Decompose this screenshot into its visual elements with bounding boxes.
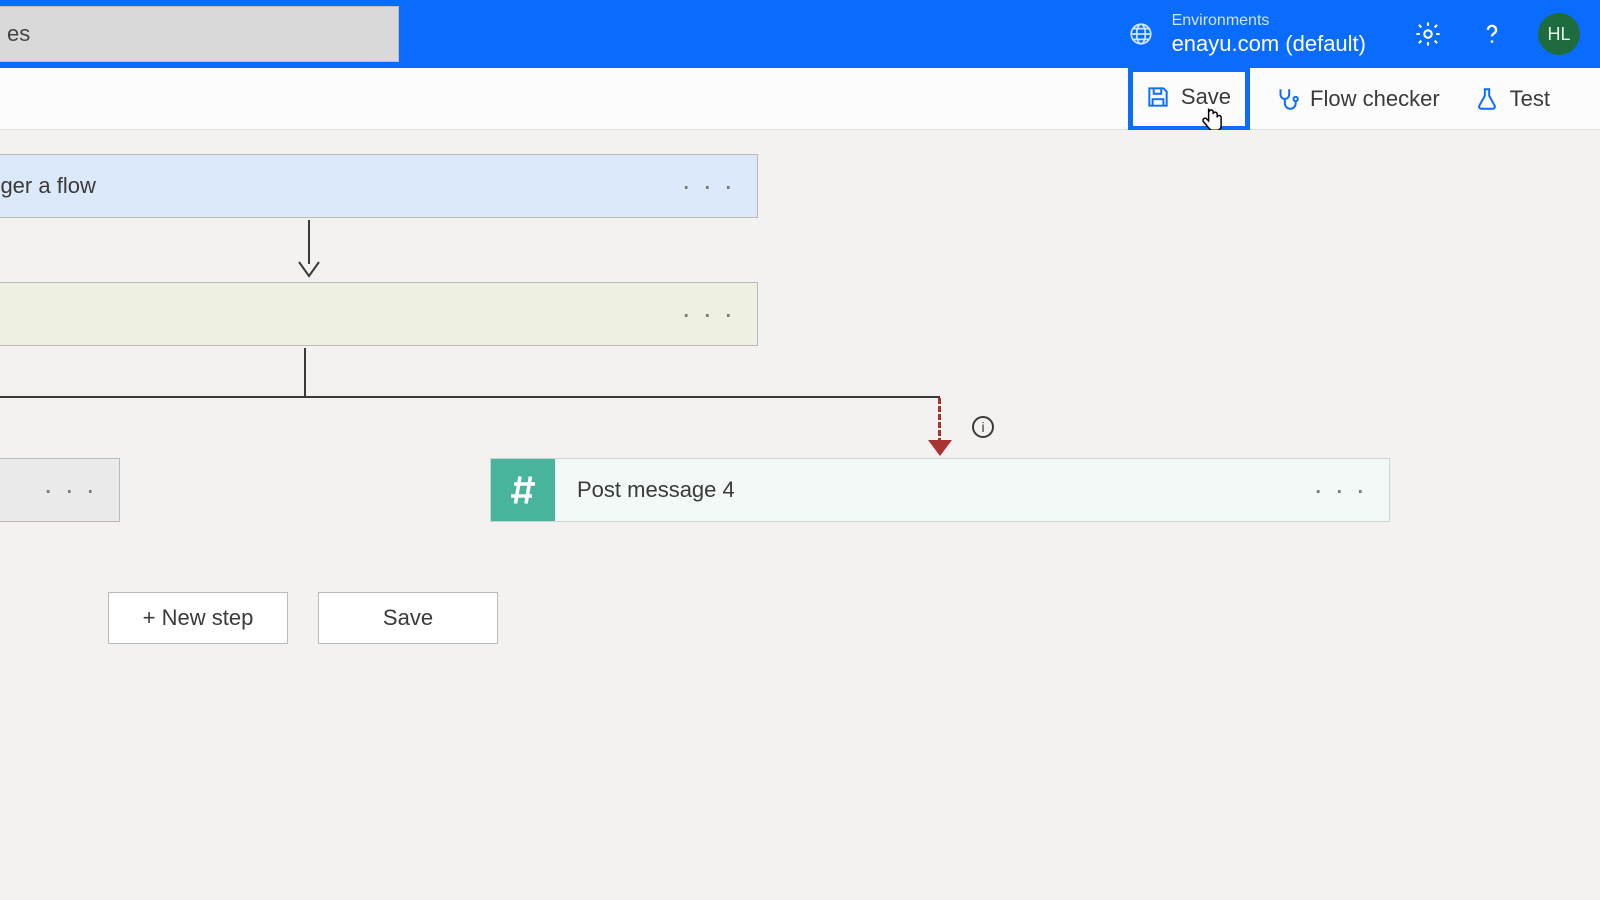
- save-button-label: Save: [1181, 84, 1231, 110]
- branch-right-dashed-connector: [938, 398, 941, 444]
- trigger-menu-ellipsis-icon[interactable]: · · ·: [659, 170, 757, 202]
- post-message-menu-ellipsis-icon[interactable]: · · ·: [1291, 474, 1389, 506]
- slack-hash-icon: [491, 459, 555, 521]
- flow-checker-label: Flow checker: [1310, 86, 1440, 112]
- canvas-actions: + New step Save: [108, 592, 498, 644]
- environment-label: Environments: [1172, 12, 1366, 30]
- settings-gear-icon[interactable]: [1414, 20, 1442, 48]
- help-icon[interactable]: [1478, 20, 1506, 48]
- save-button[interactable]: Save: [1128, 67, 1250, 131]
- test-button-label: Test: [1510, 86, 1550, 112]
- top-app-bar: es Environments enayu.com (default) HL: [0, 0, 1600, 68]
- info-icon[interactable]: i: [972, 416, 994, 438]
- stethoscope-icon: [1274, 86, 1300, 112]
- user-avatar[interactable]: HL: [1538, 13, 1580, 55]
- new-step-button[interactable]: + New step: [108, 592, 288, 644]
- branch-connector-vertical: [304, 348, 306, 398]
- post-message-card[interactable]: Post message 4 · · ·: [490, 458, 1390, 522]
- trigger-title: lly trigger a flow: [0, 173, 96, 199]
- search-input[interactable]: es: [0, 6, 399, 62]
- scope-card[interactable]: · · ·: [0, 282, 758, 346]
- canvas-save-button[interactable]: Save: [318, 592, 498, 644]
- branch-connector-horizontal: [0, 396, 940, 398]
- left-branch-card[interactable]: · · ·: [0, 458, 120, 522]
- left-branch-menu-ellipsis-icon[interactable]: · · ·: [21, 474, 119, 506]
- flask-icon: [1474, 86, 1500, 112]
- globe-icon: [1128, 21, 1154, 47]
- environment-picker[interactable]: Environments enayu.com (default): [1128, 12, 1366, 56]
- test-button[interactable]: Test: [1464, 80, 1560, 118]
- environment-text: Environments enayu.com (default): [1172, 12, 1366, 56]
- save-disk-icon: [1145, 84, 1171, 110]
- post-message-title: Post message 4: [577, 477, 735, 503]
- flow-checker-button[interactable]: Flow checker: [1264, 80, 1450, 118]
- trigger-card[interactable]: lly trigger a flow · · ·: [0, 154, 758, 218]
- connector-arrow-icon: [296, 220, 322, 280]
- flow-canvas[interactable]: lly trigger a flow · · · · · · i · · · P…: [0, 130, 1600, 900]
- command-bar: Save Flow checker Test: [0, 68, 1600, 130]
- scope-menu-ellipsis-icon[interactable]: · · ·: [659, 298, 757, 330]
- environment-name: enayu.com (default): [1172, 31, 1366, 56]
- branch-right-arrowhead-icon: [928, 440, 952, 456]
